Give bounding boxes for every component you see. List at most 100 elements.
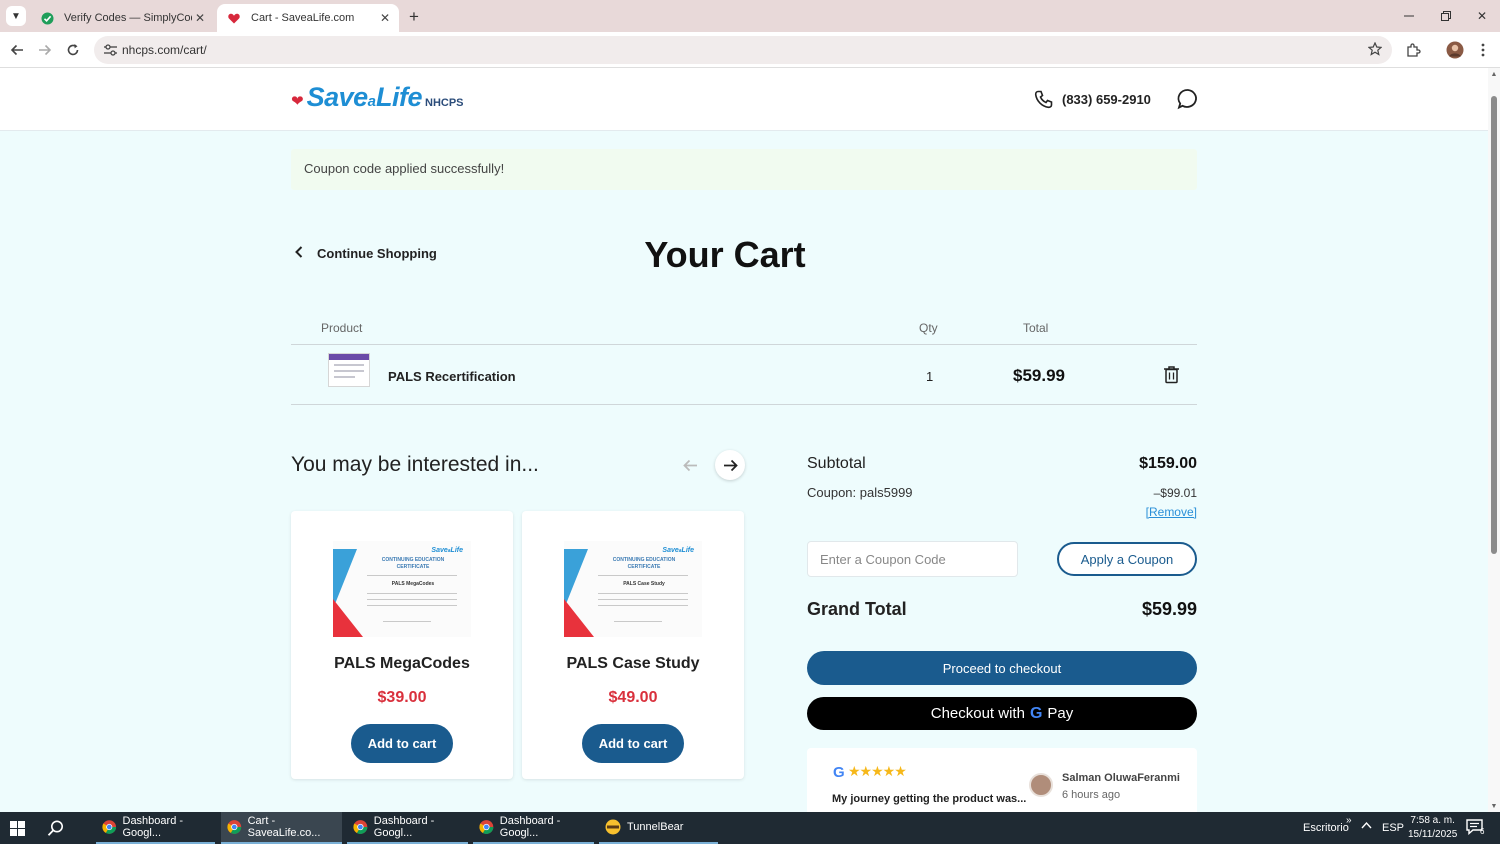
column-header-qty: Qty	[919, 321, 938, 335]
taskbar-app-label: Dashboard - Googl...	[122, 815, 184, 839]
chrome-icon	[479, 820, 494, 834]
add-to-cart-button[interactable]: Add to cart	[351, 724, 453, 763]
certificate-image: SaveaLife CONTINUING EDUCATION CERTIFICA…	[564, 541, 702, 637]
reload-icon[interactable]	[63, 40, 83, 60]
cart-item-name[interactable]: PALS Recertification	[388, 369, 516, 384]
toolbar-overflow-icon[interactable]: »	[1346, 815, 1352, 826]
phone-icon[interactable]	[1034, 90, 1053, 114]
tab-search-chevron-icon[interactable]: ▼	[6, 6, 26, 26]
windows-taskbar: Dashboard - Googl... Cart - SaveaLife.co…	[0, 812, 1500, 844]
restore-window-icon[interactable]	[1436, 6, 1456, 26]
taskbar-app-chrome[interactable]: Cart - SaveaLife.co...	[221, 812, 342, 844]
table-divider	[291, 344, 1197, 345]
new-tab-plus-icon[interactable]: +	[404, 7, 424, 27]
review-text: My journey getting the product was...	[832, 793, 1027, 805]
clock-date: 15/11/2025	[1408, 829, 1458, 840]
recommended-product-name[interactable]: PALS MegaCodes	[291, 655, 513, 673]
tab-close-icon[interactable]: ✕	[377, 10, 393, 26]
add-to-cart-button[interactable]: Add to cart	[582, 724, 684, 763]
tray-expand-chevron-icon[interactable]	[1361, 820, 1372, 832]
back-arrow-icon[interactable]	[7, 40, 27, 60]
coupon-code-input[interactable]	[807, 541, 1018, 577]
google-review-icon: G	[833, 764, 845, 781]
browser-menu-kebab-icon[interactable]	[1473, 40, 1493, 60]
extensions-puzzle-icon[interactable]	[1403, 40, 1423, 60]
scroll-down-arrow-icon[interactable]: ▼	[1490, 802, 1498, 810]
review-time: 6 hours ago	[1062, 789, 1121, 801]
windows-start-icon[interactable]	[10, 821, 25, 836]
site-header: ❤ Save a Life NHCPS (833) 659-2910	[0, 68, 1488, 131]
cart-item-qty: 1	[926, 369, 934, 384]
taskbar-app-chrome[interactable]: Dashboard - Googl...	[96, 812, 215, 844]
product-thumbnail[interactable]	[328, 353, 370, 387]
taskbar-app-label: Dashboard - Googl...	[373, 815, 435, 839]
google-g-icon: G	[1029, 704, 1043, 722]
logo-byline: NHCPS	[425, 97, 464, 109]
apply-coupon-button[interactable]: Apply a Coupon	[1057, 542, 1197, 576]
recommended-product-card[interactable]: SaveaLife CONTINUING EDUCATION CERTIFICA…	[291, 511, 513, 779]
minimize-window-icon[interactable]	[1399, 6, 1419, 26]
column-header-total: Total	[1023, 321, 1049, 335]
coupon-success-alert: Coupon code applied successfully!	[291, 149, 1197, 190]
taskbar-app-chrome[interactable]: Dashboard - Googl...	[473, 812, 594, 844]
subtotal-label: Subtotal	[807, 455, 866, 472]
desktop-toolbar-label[interactable]: Escritorio	[1303, 822, 1349, 834]
browser-tab-bar: ▼ Verify Codes — SimplyCodes ✕ Cart - Sa…	[0, 0, 1500, 32]
address-url: nhcps.com/cart/	[122, 43, 207, 57]
tab-savealife-cart[interactable]: Cart - SaveaLife.com ✕	[217, 4, 399, 32]
tab-close-icon[interactable]: ✕	[192, 10, 208, 26]
applied-coupon-label: Coupon: pals5999	[807, 485, 913, 500]
taskbar-app-label: Dashboard - Googl...	[499, 815, 561, 839]
chrome-icon	[102, 820, 117, 834]
chrome-icon	[227, 820, 242, 834]
recommended-product-name[interactable]: PALS Case Study	[522, 655, 744, 673]
coupon-discount-value: –$99.01	[1153, 486, 1197, 500]
grand-total-value: $59.99	[1141, 599, 1197, 619]
savealife-logo[interactable]: ❤ Save a Life NHCPS	[291, 82, 464, 113]
heart-favicon-icon	[227, 11, 241, 25]
tab-title: Verify Codes — SimplyCodes	[64, 12, 192, 24]
proceed-to-checkout-button[interactable]: Proceed to checkout	[807, 651, 1197, 685]
column-header-product: Product	[321, 321, 363, 335]
recommendations-title: You may be interested in...	[291, 453, 539, 476]
taskbar-search-icon[interactable]	[47, 819, 65, 837]
remove-coupon-link[interactable]: [Remove]	[1146, 505, 1197, 519]
table-divider	[291, 404, 1197, 405]
taskbar-app-label: Cart - SaveaLife.co...	[247, 815, 321, 839]
subtotal-value: $159.00	[1139, 455, 1197, 472]
page-viewport: ❤ Save a Life NHCPS (833) 659-2910 Coupo…	[0, 68, 1488, 812]
browser-toolbar: nhcps.com/cart/	[0, 32, 1500, 68]
review-card[interactable]: G ★★★★★ My journey getting the product w…	[807, 748, 1197, 812]
carousel-prev-arrow-icon[interactable]	[676, 451, 704, 479]
remove-item-trash-icon[interactable]	[1163, 365, 1180, 389]
logo-heart-icon: ❤	[291, 93, 304, 110]
gpay-label: Checkout with	[930, 705, 1025, 722]
scroll-up-arrow-icon[interactable]: ▲	[1490, 70, 1498, 78]
action-center-notification-icon[interactable]: 6	[1466, 819, 1488, 837]
five-star-rating-icon: ★★★★★	[848, 763, 907, 779]
phone-number-link[interactable]: (833) 659-2910	[1062, 92, 1151, 107]
cart-item-total: $59.99	[1013, 366, 1065, 385]
profile-avatar[interactable]	[1445, 40, 1465, 60]
bookmark-star-icon[interactable]	[1367, 41, 1383, 61]
grand-total-label: Grand Total	[807, 599, 907, 619]
close-window-icon[interactable]: ✕	[1472, 6, 1492, 26]
scrollbar-thumb[interactable]	[1491, 96, 1497, 554]
page-scrollbar[interactable]: ▲ ▼	[1488, 68, 1500, 812]
carousel-next-arrow-icon[interactable]	[715, 450, 745, 480]
google-pay-checkout-button[interactable]: Checkout with G Pay	[807, 697, 1197, 730]
logo-a: a	[367, 93, 376, 110]
logo-save: Save	[306, 82, 369, 112]
taskbar-app-chrome[interactable]: Dashboard - Googl...	[347, 812, 468, 844]
forward-arrow-icon[interactable]	[35, 40, 55, 60]
recommended-product-card[interactable]: SaveaLife CONTINUING EDUCATION CERTIFICA…	[522, 511, 744, 779]
taskbar-app-tunnelbear[interactable]: TunnelBear	[599, 812, 718, 844]
tab-simplycodes[interactable]: Verify Codes — SimplyCodes ✕	[30, 4, 214, 32]
site-info-tune-icon[interactable]	[100, 44, 120, 56]
chat-bubble-icon[interactable]	[1177, 88, 1199, 115]
address-bar[interactable]: nhcps.com/cart/	[94, 36, 1392, 64]
notification-count: 6	[1480, 827, 1485, 836]
system-clock[interactable]: 7:58 a. m. 15/11/2025	[1408, 814, 1457, 842]
input-language[interactable]: ESP	[1382, 822, 1404, 834]
clock-time: 7:58 a. m.	[1410, 815, 1455, 826]
